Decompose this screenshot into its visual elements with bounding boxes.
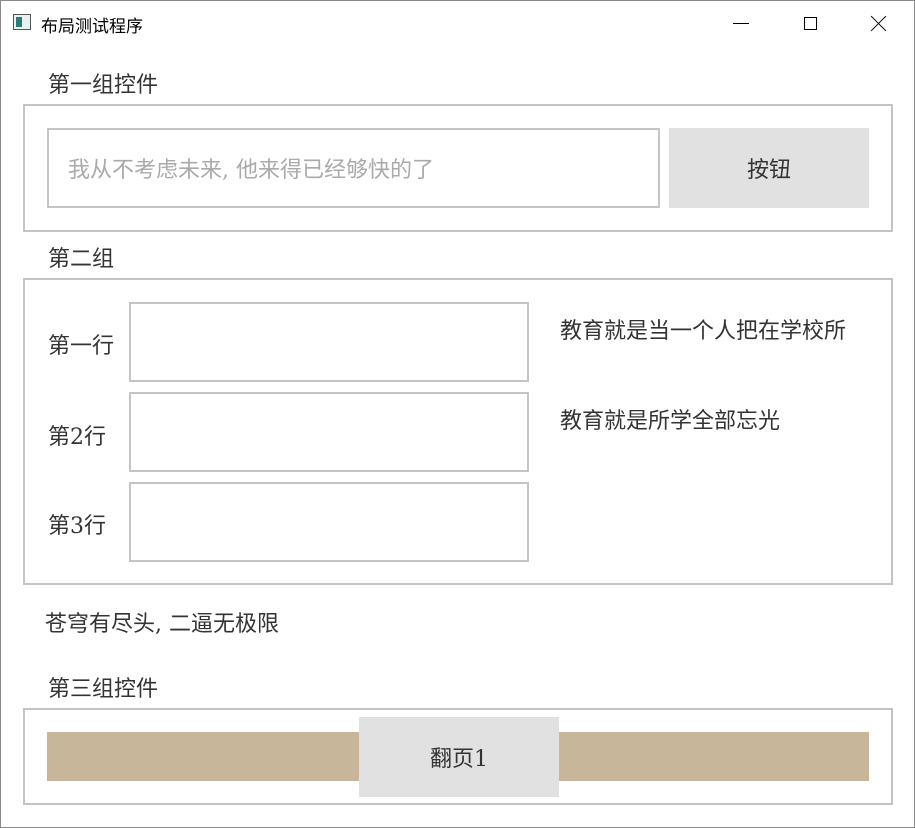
quote-label-2: 教育就是所学全部忘光 (560, 409, 781, 434)
row1-input[interactable] (129, 302, 529, 382)
row3-input[interactable] (129, 482, 529, 562)
close-icon (871, 15, 887, 31)
row3-label: 第3行 (48, 514, 106, 539)
app-icon (13, 14, 31, 30)
row2-input[interactable] (129, 392, 529, 472)
minimize-icon (733, 22, 749, 24)
text-input-placeholder: 我从不考虑未来, 他来得已经够快的了 (68, 158, 434, 183)
quote-label-1: 教育就是当一个人把在学校所 (560, 319, 847, 344)
row1-label: 第一行 (48, 334, 115, 359)
close-button[interactable] (844, 1, 914, 45)
group1-title: 第一组控件 (48, 73, 159, 98)
maximize-icon (803, 16, 817, 30)
text-input[interactable]: 我从不考虑未来, 他来得已经够快的了 (47, 128, 660, 208)
title-bar[interactable]: 布局测试程序 (1, 1, 914, 45)
minimize-button[interactable] (706, 1, 776, 45)
window-title: 布局测试程序 (41, 17, 143, 37)
maximize-button[interactable] (775, 1, 845, 45)
main-window: 布局测试程序 第一组控件 我从不考虑未来, 他来得已经够快的了 按钮 第二组 第… (0, 0, 915, 828)
group2-title: 第二组 (48, 247, 115, 272)
group3-title: 第三组控件 (48, 677, 159, 702)
page-button[interactable]: 翻页1 (359, 717, 559, 797)
row2-label: 第2行 (48, 425, 106, 450)
standalone-label: 苍穹有尽头, 二逼无极限 (45, 612, 279, 637)
action-button[interactable]: 按钮 (669, 128, 869, 208)
